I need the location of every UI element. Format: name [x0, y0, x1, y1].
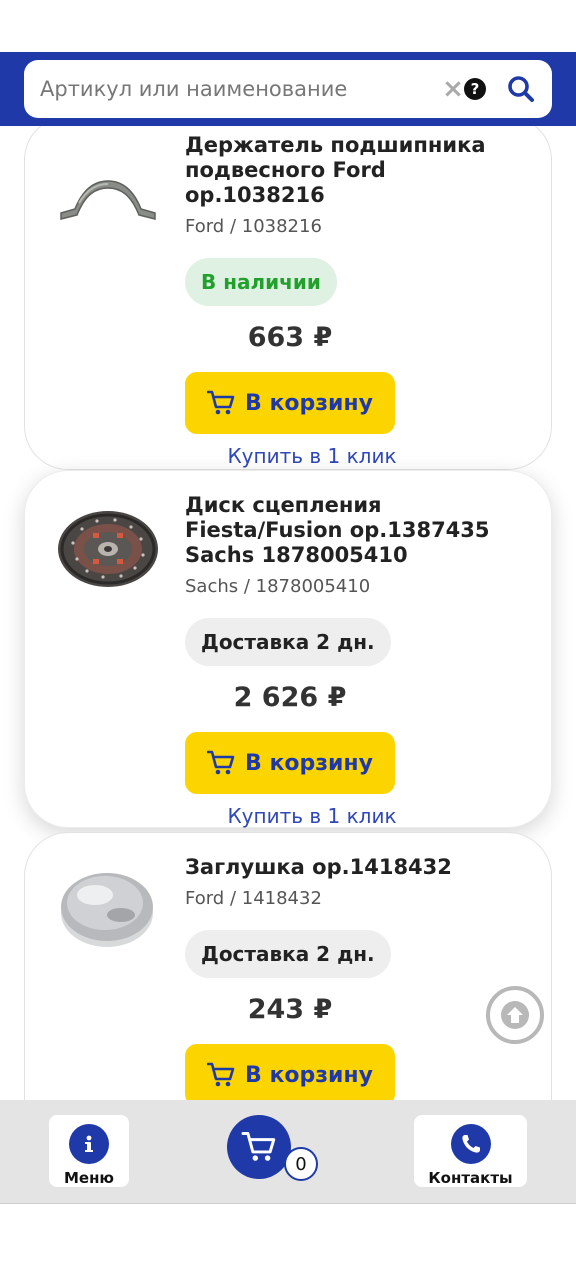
product-info: Диск сцепления Fiesta/Fusion ор.1387435 …	[185, 493, 527, 828]
product-card[interactable]: Диск сцепления Fiesta/Fusion ор.1387435 …	[24, 470, 552, 828]
info-icon	[69, 1124, 109, 1164]
product-info: Держатель подшипника подвесного Ford ор.…	[185, 133, 527, 468]
product-title[interactable]: Диск сцепления Fiesta/Fusion ор.1387435 …	[185, 493, 527, 568]
product-list: Держатель подшипника подвесного Ford ор.…	[0, 126, 576, 1100]
add-to-cart-label: В корзину	[245, 390, 373, 416]
buy-one-click-link[interactable]: Купить в 1 клик	[187, 444, 437, 468]
availability-badge: Доставка 2 дн.	[185, 930, 391, 978]
arrow-up-icon	[501, 1001, 529, 1029]
buy-one-click-link[interactable]: Купить в 1 клик	[187, 804, 437, 828]
product-price: 663 ₽	[247, 322, 333, 353]
cart-count-badge: 0	[284, 1147, 318, 1181]
product-image-clutch-disc[interactable]	[53, 493, 163, 603]
cart-icon	[241, 1131, 276, 1161]
menu-button[interactable]: Меню	[49, 1115, 129, 1187]
search-header: × ?	[0, 52, 576, 126]
cart-icon	[207, 750, 235, 775]
add-to-cart-button[interactable]: В корзину	[185, 1044, 395, 1100]
add-to-cart-label: В корзину	[245, 750, 373, 776]
product-card[interactable]: Заглушка ор.1418432 Ford / 1418432 Доста…	[24, 832, 552, 1100]
product-price: 2 626 ₽	[233, 682, 347, 713]
contacts-label: Контакты	[428, 1169, 513, 1187]
menu-label: Меню	[63, 1169, 115, 1187]
availability-badge: Доставка 2 дн.	[185, 618, 391, 666]
clear-icon[interactable]: ×	[442, 74, 464, 104]
product-title[interactable]: Заглушка ор.1418432	[185, 855, 527, 880]
product-info: Заглушка ор.1418432 Ford / 1418432 Доста…	[185, 855, 527, 1100]
add-to-cart-button[interactable]: В корзину	[185, 732, 395, 794]
search-icon[interactable]	[506, 74, 536, 104]
status-bar-area	[0, 0, 576, 52]
add-to-cart-button[interactable]: В корзину	[185, 372, 395, 434]
availability-badge: В наличии	[185, 258, 337, 306]
search-input[interactable]	[24, 60, 442, 118]
scroll-to-top-button[interactable]	[486, 986, 544, 1044]
cart-icon	[207, 390, 235, 415]
contacts-button[interactable]: Контакты	[414, 1115, 527, 1187]
product-title[interactable]: Держатель подшипника подвесного Ford ор.…	[185, 133, 527, 208]
product-image-plug[interactable]	[55, 853, 165, 963]
search-box: × ?	[24, 60, 552, 118]
bottom-navigation: Меню 0 Контакты	[0, 1100, 576, 1204]
add-to-cart-label: В корзину	[245, 1062, 373, 1088]
product-card[interactable]: Держатель подшипника подвесного Ford ор.…	[24, 126, 552, 470]
cart-icon	[207, 1062, 235, 1087]
cart-button[interactable]	[227, 1115, 291, 1179]
product-brand-article: Sachs / 1878005410	[185, 576, 371, 597]
help-icon[interactable]: ?	[464, 78, 486, 100]
product-brand-article: Ford / 1418432	[185, 888, 322, 909]
product-price: 243 ₽	[247, 994, 333, 1025]
phone-icon	[450, 1124, 491, 1164]
product-image-bracket[interactable]	[53, 143, 163, 253]
product-brand-article: Ford / 1038216	[185, 216, 322, 237]
